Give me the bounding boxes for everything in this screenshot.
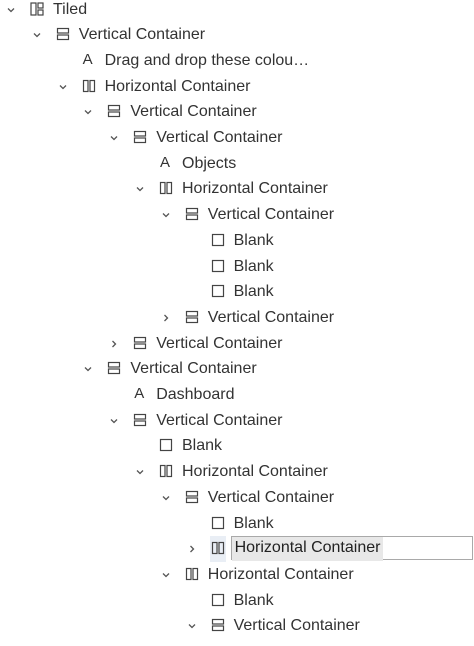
tree-row[interactable]: Vertical Container [0, 99, 474, 125]
blank-icon [158, 433, 174, 459]
tree-row[interactable]: Vertical Container [0, 202, 474, 228]
tree-row[interactable]: A Drag and drop these colou… [0, 48, 474, 74]
tree-row[interactable]: Horizontal Container [0, 176, 474, 202]
rename-input-text[interactable]: Horizontal Container [231, 537, 384, 562]
vertical-container-icon [132, 408, 148, 434]
chevron-down-icon[interactable] [134, 459, 146, 485]
tree-row-label: Vertical Container [207, 308, 335, 326]
tree-row-label: Vertical Container [130, 360, 257, 378]
tree-row[interactable]: Vertical Container [0, 331, 474, 357]
text-icon: A [160, 153, 171, 171]
tree-row[interactable]: Tiled [0, 0, 474, 22]
tree-row[interactable]: Blank [0, 588, 474, 614]
vertical-container-icon [184, 485, 200, 511]
vertical-container-icon [210, 613, 226, 639]
chevron-down-icon[interactable] [134, 176, 146, 202]
tree-row[interactable]: Horizontal Container [0, 562, 474, 588]
tree-row-label: Tiled [53, 0, 88, 18]
chevron-down-icon[interactable] [82, 99, 94, 125]
tree-row[interactable]: Horizontal Container [0, 536, 474, 562]
blank-icon [210, 254, 226, 280]
tree-row[interactable]: Vertical Container [0, 125, 474, 151]
blank-icon [210, 228, 226, 254]
tree-row-label: Vertical Container [156, 334, 283, 352]
chevron-right-icon[interactable] [108, 331, 120, 357]
chevron-down-icon[interactable] [160, 562, 172, 588]
tree-row-label: Vertical Container [78, 26, 206, 44]
tree-row-label: Blank [233, 231, 274, 249]
tree-row-label: Horizontal Container [182, 180, 328, 198]
tree-row[interactable]: Vertical Container [0, 613, 474, 639]
tree-row-label: Vertical Container [207, 488, 335, 506]
tiled-icon [29, 0, 45, 22]
chevron-down-icon[interactable] [5, 0, 17, 22]
chevron-down-icon[interactable] [57, 74, 69, 100]
tree-row[interactable]: Blank [0, 254, 474, 280]
tree-row[interactable]: Vertical Container [0, 22, 474, 48]
blank-icon [210, 588, 226, 614]
chevron-down-icon[interactable] [108, 125, 120, 151]
tree-row[interactable]: Blank [0, 279, 474, 305]
horizontal-container-icon [158, 176, 174, 202]
tree-row[interactable]: Vertical Container [0, 305, 474, 331]
tree-row[interactable]: Blank [0, 511, 474, 537]
rename-input[interactable]: Horizontal Container [230, 536, 473, 562]
text-icon: A [82, 50, 93, 68]
chevron-right-icon[interactable] [186, 536, 198, 562]
vertical-container-icon [132, 125, 148, 151]
item-hierarchy-tree: Tiled Vertical Container A Drag and drop th… [0, 0, 474, 646]
tree-row[interactable]: Blank [0, 228, 474, 254]
tree-row[interactable]: A Dashboard [0, 382, 474, 408]
tree-row-label: Drag and drop these colou… [104, 51, 310, 69]
chevron-down-icon[interactable] [186, 613, 198, 639]
chevron-down-icon[interactable] [160, 485, 172, 511]
tree-row-label: Blank [182, 437, 223, 455]
tree-row-label: Blank [233, 514, 274, 532]
tree-row-label: Vertical Container [130, 103, 257, 121]
vertical-container-icon [184, 202, 200, 228]
tree-row-label: Horizontal Container [104, 77, 251, 95]
horizontal-container-icon [158, 459, 174, 485]
vertical-container-icon [106, 99, 122, 125]
text-icon: A [134, 385, 145, 402]
tree-row[interactable]: Blank [0, 433, 474, 459]
horizontal-container-icon [184, 562, 200, 588]
tree-row[interactable]: A Objects [0, 151, 474, 177]
blank-icon [210, 279, 226, 305]
tree-row[interactable]: Horizontal Container [0, 74, 474, 100]
vertical-container-icon [106, 356, 122, 382]
tree-row[interactable]: Vertical Container [0, 485, 474, 511]
horizontal-container-icon [81, 74, 97, 100]
tree-row-label: Vertical Container [233, 617, 360, 635]
vertical-container-icon [184, 305, 200, 331]
tree-row[interactable]: Vertical Container [0, 356, 474, 382]
tree-row-label: Vertical Container [207, 206, 335, 224]
horizontal-container-icon [209, 536, 226, 562]
tree-row-label: Horizontal Container [182, 463, 328, 481]
chevron-right-icon[interactable] [160, 305, 172, 331]
tree-row-label: Horizontal Container [207, 565, 354, 583]
vertical-container-icon [132, 331, 148, 357]
tree-row-label: Blank [233, 283, 274, 301]
tree-row[interactable]: Horizontal Container [0, 459, 474, 485]
tree-row-label: Blank [233, 257, 274, 275]
blank-icon [210, 511, 226, 537]
tree-row-label: Vertical Container [156, 129, 283, 146]
chevron-down-icon[interactable] [160, 202, 172, 228]
vertical-container-icon [55, 22, 71, 48]
chevron-down-icon[interactable] [31, 22, 43, 48]
tree-row-label: Blank [233, 591, 274, 609]
chevron-down-icon[interactable] [108, 408, 120, 434]
chevron-down-icon[interactable] [82, 356, 94, 382]
tree-row-label: Dashboard [156, 386, 235, 403]
tree-row[interactable]: Vertical Container [0, 408, 474, 434]
tree-row-label: Vertical Container [156, 411, 283, 429]
tree-row-label: Objects [182, 154, 237, 172]
